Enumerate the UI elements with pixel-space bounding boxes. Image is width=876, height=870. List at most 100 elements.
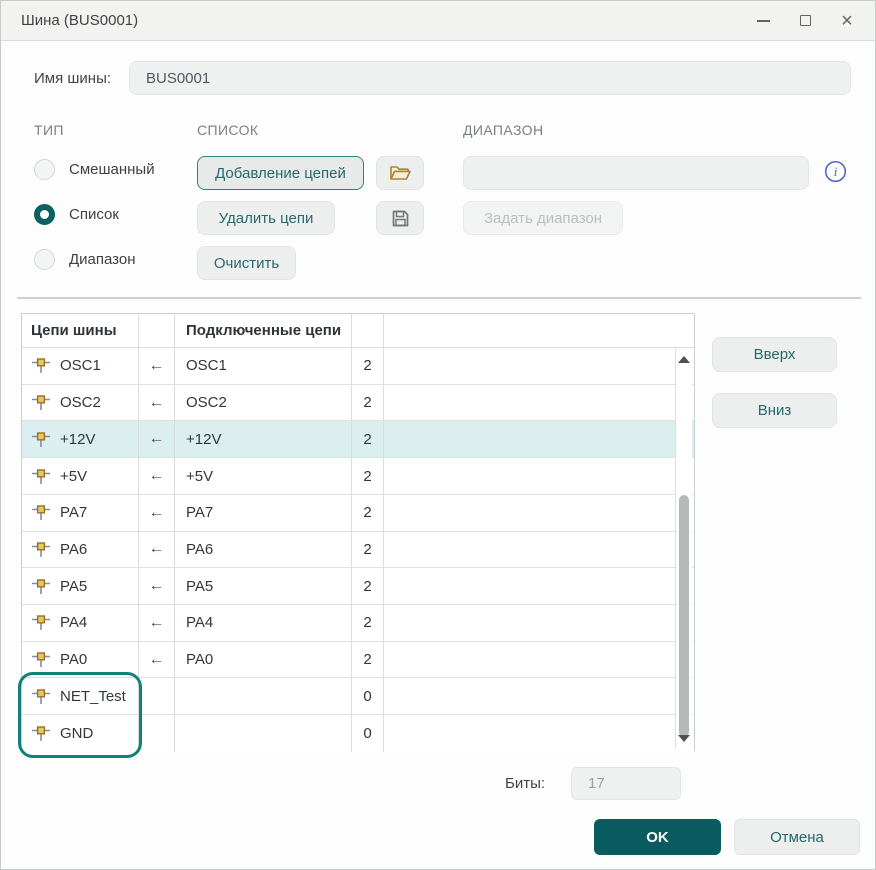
scrollbar-thumb[interactable] (679, 495, 689, 737)
table-row[interactable]: PA0 ← PA0 2 (22, 642, 694, 679)
nets-table: Цепи шины Подключенные цепи OSC1 ← OSC1 … (21, 313, 695, 751)
bus-name-input[interactable] (129, 61, 851, 95)
floppy-disk-icon (390, 208, 411, 229)
connection-count: 2 (352, 605, 384, 641)
bus-net-cell: PA7 (22, 495, 139, 531)
row-filler (384, 458, 694, 494)
bus-net-cell: PA4 (22, 605, 139, 641)
radio-list-label: Список (69, 206, 119, 223)
link-arrow: ← (139, 458, 175, 494)
scroll-down-icon[interactable] (678, 735, 690, 742)
radio-mixed[interactable] (34, 159, 55, 180)
row-filler (384, 715, 694, 752)
scroll-up-icon[interactable] (678, 356, 690, 363)
net-icon (31, 541, 51, 558)
connection-count: 2 (352, 495, 384, 531)
row-filler (384, 421, 694, 457)
info-icon[interactable]: i (824, 160, 847, 188)
table-row[interactable]: PA5 ← PA5 2 (22, 568, 694, 605)
add-nets-button[interactable]: Добавление цепей (197, 156, 364, 190)
connection-count: 0 (352, 715, 384, 752)
net-icon (31, 651, 51, 668)
range-section-label: ДИАПАЗОН (463, 122, 543, 138)
close-icon: × (841, 11, 853, 31)
connected-net-name: PA0 (175, 642, 352, 678)
radio-option-range[interactable]: Диапазон (34, 249, 136, 270)
folder-open-icon (388, 163, 412, 183)
delete-nets-button[interactable]: Удалить цепи (197, 201, 335, 235)
close-button[interactable]: × (831, 6, 863, 36)
net-icon (31, 614, 51, 631)
link-arrow (139, 678, 175, 714)
connected-net-name: PA4 (175, 605, 352, 641)
row-filler (384, 568, 694, 604)
cancel-button[interactable]: Отмена (734, 819, 860, 855)
header-arrow (139, 314, 175, 347)
table-row[interactable]: PA6 ← PA6 2 (22, 532, 694, 569)
set-range-button: Задать диапазон (463, 201, 623, 235)
clear-button[interactable]: Очистить (197, 246, 296, 280)
minimize-icon (757, 20, 770, 22)
ok-button[interactable]: OK (594, 819, 721, 855)
connection-count: 0 (352, 678, 384, 714)
separator-line (17, 297, 861, 299)
header-filler (384, 314, 694, 347)
bus-net-name: +12V (60, 431, 95, 448)
row-filler (384, 642, 694, 678)
header-connected-nets: Подключенные цепи (175, 314, 352, 347)
bus-net-name: PA4 (60, 614, 87, 631)
bus-net-name: PA6 (60, 541, 87, 558)
bus-net-cell: OSC2 (22, 385, 139, 421)
net-icon (31, 578, 51, 595)
table-row[interactable]: GND 0 (22, 715, 694, 752)
table-row[interactable]: PA7 ← PA7 2 (22, 495, 694, 532)
connected-net-name: PA6 (175, 532, 352, 568)
connected-net-name: PA7 (175, 495, 352, 531)
move-down-button[interactable]: Вниз (712, 393, 837, 428)
window-controls: × (747, 6, 863, 36)
vertical-scrollbar[interactable] (675, 349, 692, 749)
maximize-button[interactable] (789, 6, 821, 36)
table-row[interactable]: +12V ← +12V 2 (22, 421, 694, 458)
connection-count: 2 (352, 458, 384, 494)
move-up-button[interactable]: Вверх (712, 337, 837, 372)
link-arrow: ← (139, 568, 175, 604)
table-header-row: Цепи шины Подключенные цепи (22, 314, 694, 348)
connected-net-name: +5V (175, 458, 352, 494)
open-file-button[interactable] (376, 156, 424, 190)
bus-net-cell: PA0 (22, 642, 139, 678)
connected-net-name: PA5 (175, 568, 352, 604)
net-icon (31, 394, 51, 411)
nets-table-body: OSC1 ← OSC1 2 OSC2 ← OSC2 2 (22, 348, 694, 752)
connected-net-name: +12V (175, 421, 352, 457)
radio-option-mixed[interactable]: Смешанный (34, 159, 155, 180)
bus-net-name: OSC2 (60, 394, 101, 411)
net-icon (31, 504, 51, 521)
connection-count: 2 (352, 642, 384, 678)
link-arrow: ← (139, 385, 175, 421)
table-row[interactable]: +5V ← +5V 2 (22, 458, 694, 495)
connection-count: 2 (352, 568, 384, 604)
table-row[interactable]: PA4 ← PA4 2 (22, 605, 694, 642)
bus-net-name: PA0 (60, 651, 87, 668)
header-count (352, 314, 384, 347)
range-input[interactable] (463, 156, 809, 190)
minimize-button[interactable] (747, 6, 779, 36)
row-filler (384, 495, 694, 531)
bus-net-cell: PA5 (22, 568, 139, 604)
row-filler (384, 348, 694, 384)
bus-net-name: NET_Test (60, 688, 126, 705)
bus-dialog-window: Шина (BUS0001) × Имя шины: ТИП СПИСОК ДИ… (0, 0, 876, 870)
radio-option-list[interactable]: Список (34, 204, 119, 225)
link-arrow: ← (139, 348, 175, 384)
bus-name-label: Имя шины: (34, 70, 111, 87)
radio-list[interactable] (34, 204, 55, 225)
table-row[interactable]: NET_Test 0 (22, 678, 694, 715)
table-row[interactable]: OSC1 ← OSC1 2 (22, 348, 694, 385)
table-row[interactable]: OSC2 ← OSC2 2 (22, 385, 694, 422)
link-arrow: ← (139, 421, 175, 457)
save-file-button[interactable] (376, 201, 424, 235)
connected-net-name (175, 678, 352, 714)
connection-count: 2 (352, 348, 384, 384)
radio-range[interactable] (34, 249, 55, 270)
